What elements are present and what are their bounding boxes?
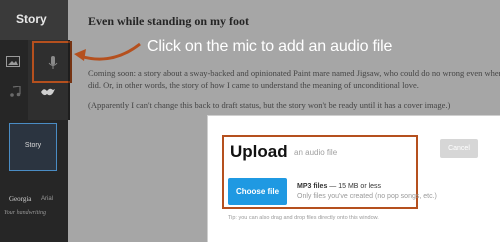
music-note-icon[interactable] xyxy=(8,86,22,97)
dialog-subtitle: an audio file xyxy=(294,148,338,157)
story-tile-label: Story xyxy=(24,142,42,149)
microphone-icon xyxy=(48,56,58,69)
sidebar: Story Story Georgia Arial Your handwriti… xyxy=(0,0,68,242)
sidebar-title: Story xyxy=(16,12,47,26)
file-requirements: MP3 files — 15 MB or less xyxy=(297,183,381,190)
file-type: MP3 files xyxy=(297,183,328,190)
font-option-arial[interactable]: Arial xyxy=(41,196,53,202)
size-limit: — 15 MB or less xyxy=(327,183,382,190)
mic-button[interactable] xyxy=(32,41,72,83)
cancel-button[interactable]: Cancel xyxy=(440,139,478,158)
annotation-text: Click on the mic to add an audio file xyxy=(147,38,393,55)
font-option-georgia[interactable]: Georgia xyxy=(9,195,31,203)
font-option-handwriting[interactable]: Your handwriting xyxy=(4,210,46,216)
choose-file-button[interactable]: Choose file xyxy=(228,178,287,205)
dialog-title: Upload xyxy=(230,142,288,161)
sidebar-header: Story xyxy=(0,0,68,40)
picture-icon[interactable] xyxy=(6,56,20,67)
story-tile[interactable]: Story xyxy=(9,123,57,171)
file-restriction: Only files you've created (no pop songs,… xyxy=(297,193,437,200)
drag-drop-tip: Tip: you can also drag and drop files di… xyxy=(228,215,379,221)
bird-icon[interactable] xyxy=(40,86,56,98)
